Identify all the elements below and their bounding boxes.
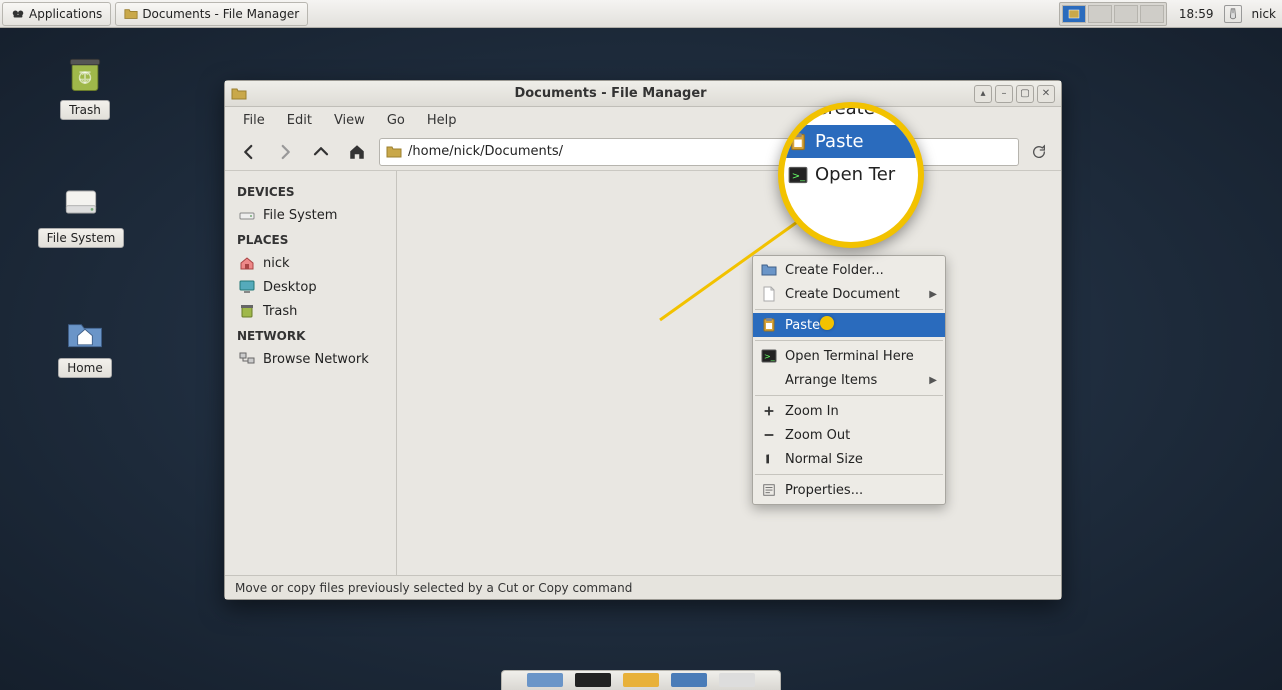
zoom-out-icon bbox=[761, 427, 777, 443]
dock-item-3[interactable] bbox=[623, 673, 659, 687]
pager-window-icon bbox=[1068, 8, 1080, 20]
menubar: File Edit View Go Help bbox=[225, 107, 1061, 133]
sidebar: DEVICES File System PLACES nick Desktop … bbox=[225, 171, 397, 575]
refresh-button[interactable] bbox=[1027, 140, 1051, 164]
desktop-icon bbox=[239, 279, 255, 295]
drive-icon bbox=[59, 180, 103, 224]
trash-icon bbox=[63, 52, 107, 96]
folder-new-icon bbox=[761, 262, 777, 278]
window-folder-icon bbox=[231, 86, 247, 102]
ctx-normal-size[interactable]: Normal Size bbox=[753, 447, 945, 471]
home-label: Home bbox=[58, 358, 111, 378]
workspace-2[interactable] bbox=[1088, 5, 1112, 23]
properties-icon bbox=[761, 482, 777, 498]
home-folder-icon bbox=[63, 310, 107, 354]
ctx-zoom-out[interactable]: Zoom Out bbox=[753, 423, 945, 447]
content-area[interactable]: Create Folder... Create Document ▶ Paste… bbox=[397, 171, 1061, 575]
trash-icon bbox=[239, 303, 255, 319]
workspace-3[interactable] bbox=[1114, 5, 1138, 23]
ctx-open-terminal[interactable]: >_ Open Terminal Here bbox=[753, 344, 945, 368]
sidebar-item-nick[interactable]: nick bbox=[225, 251, 396, 275]
zoom-in-icon bbox=[761, 403, 777, 419]
desktop-icon-trash[interactable]: Trash bbox=[40, 52, 130, 120]
toolbar: /home/nick/Documents/ bbox=[225, 133, 1061, 171]
maximize-button[interactable]: ▢ bbox=[1016, 85, 1034, 103]
dock-item-2[interactable] bbox=[575, 673, 611, 687]
zoom-normal-icon bbox=[761, 451, 777, 467]
dock-item-4[interactable] bbox=[671, 673, 707, 687]
workspace-1[interactable] bbox=[1062, 5, 1086, 23]
context-menu: Create Folder... Create Document ▶ Paste… bbox=[752, 255, 946, 505]
applications-label: Applications bbox=[29, 7, 102, 21]
menu-edit[interactable]: Edit bbox=[277, 110, 322, 131]
close-button[interactable]: ✕ bbox=[1037, 85, 1055, 103]
sidebar-header-devices: DEVICES bbox=[225, 179, 396, 203]
filesystem-label: File System bbox=[38, 228, 125, 248]
ctx-properties[interactable]: Properties... bbox=[753, 478, 945, 502]
session-menu-icon[interactable] bbox=[1224, 5, 1242, 23]
terminal-icon: >_ bbox=[761, 348, 777, 364]
user-label[interactable]: nick bbox=[1246, 7, 1282, 21]
drive-icon bbox=[239, 207, 255, 223]
trash-label: Trash bbox=[60, 100, 110, 120]
dock-item-5[interactable] bbox=[719, 673, 755, 687]
rollup-button[interactable]: ▴ bbox=[974, 85, 992, 103]
paste-icon bbox=[761, 317, 777, 333]
menu-go[interactable]: Go bbox=[377, 110, 415, 131]
dock-item-1[interactable] bbox=[527, 673, 563, 687]
sidebar-item-filesystem[interactable]: File System bbox=[225, 203, 396, 227]
workspace-pager[interactable] bbox=[1059, 2, 1167, 26]
applications-menu[interactable]: Applications bbox=[2, 2, 111, 26]
ctx-paste[interactable]: Paste bbox=[753, 313, 945, 337]
menu-help[interactable]: Help bbox=[417, 110, 467, 131]
path-text: /home/nick/Documents/ bbox=[408, 144, 563, 159]
up-button[interactable] bbox=[307, 138, 335, 166]
svg-text:>_: >_ bbox=[764, 352, 776, 361]
sidebar-item-trash[interactable]: Trash bbox=[225, 299, 396, 323]
desktop-icon-filesystem[interactable]: File System bbox=[36, 180, 126, 248]
taskbar-item-documents[interactable]: Documents - File Manager bbox=[115, 2, 308, 26]
sidebar-item-network[interactable]: Browse Network bbox=[225, 347, 396, 371]
submenu-arrow-icon: ▶ bbox=[929, 289, 937, 300]
ctx-create-document[interactable]: Create Document ▶ bbox=[753, 282, 945, 306]
highlight-dot bbox=[820, 316, 834, 330]
taskbar-item-label: Documents - File Manager bbox=[142, 7, 299, 21]
home-button[interactable] bbox=[343, 138, 371, 166]
workspace-4[interactable] bbox=[1140, 5, 1164, 23]
dock[interactable] bbox=[501, 670, 781, 690]
sidebar-item-desktop[interactable]: Desktop bbox=[225, 275, 396, 299]
titlebar[interactable]: Documents - File Manager ▴ – ▢ ✕ bbox=[225, 81, 1061, 107]
user-home-icon bbox=[239, 255, 255, 271]
folder-icon bbox=[386, 144, 402, 160]
sidebar-header-places: PLACES bbox=[225, 227, 396, 251]
menu-view[interactable]: View bbox=[324, 110, 375, 131]
submenu-arrow-icon: ▶ bbox=[929, 375, 937, 386]
document-new-icon bbox=[761, 286, 777, 302]
menu-file[interactable]: File bbox=[233, 110, 275, 131]
clock[interactable]: 18:59 bbox=[1173, 7, 1220, 21]
minimize-button[interactable]: – bbox=[995, 85, 1013, 103]
status-text: Move or copy files previously selected b… bbox=[235, 581, 632, 595]
file-manager-window: Documents - File Manager ▴ – ▢ ✕ File Ed… bbox=[224, 80, 1062, 600]
path-bar[interactable]: /home/nick/Documents/ bbox=[379, 138, 1019, 166]
folder-icon bbox=[124, 7, 138, 21]
ctx-zoom-in[interactable]: Zoom In bbox=[753, 399, 945, 423]
ctx-arrange-items[interactable]: Arrange Items ▶ bbox=[753, 368, 945, 392]
sidebar-header-network: NETWORK bbox=[225, 323, 396, 347]
xfce-logo-icon bbox=[11, 7, 25, 21]
status-bar: Move or copy files previously selected b… bbox=[225, 575, 1061, 599]
window-title: Documents - File Manager bbox=[253, 86, 968, 101]
top-panel: Applications Documents - File Manager 18… bbox=[0, 0, 1282, 28]
network-icon bbox=[239, 351, 255, 367]
forward-button[interactable] bbox=[271, 138, 299, 166]
ctx-create-folder[interactable]: Create Folder... bbox=[753, 258, 945, 282]
desktop-icon-home[interactable]: Home bbox=[40, 310, 130, 378]
back-button[interactable] bbox=[235, 138, 263, 166]
